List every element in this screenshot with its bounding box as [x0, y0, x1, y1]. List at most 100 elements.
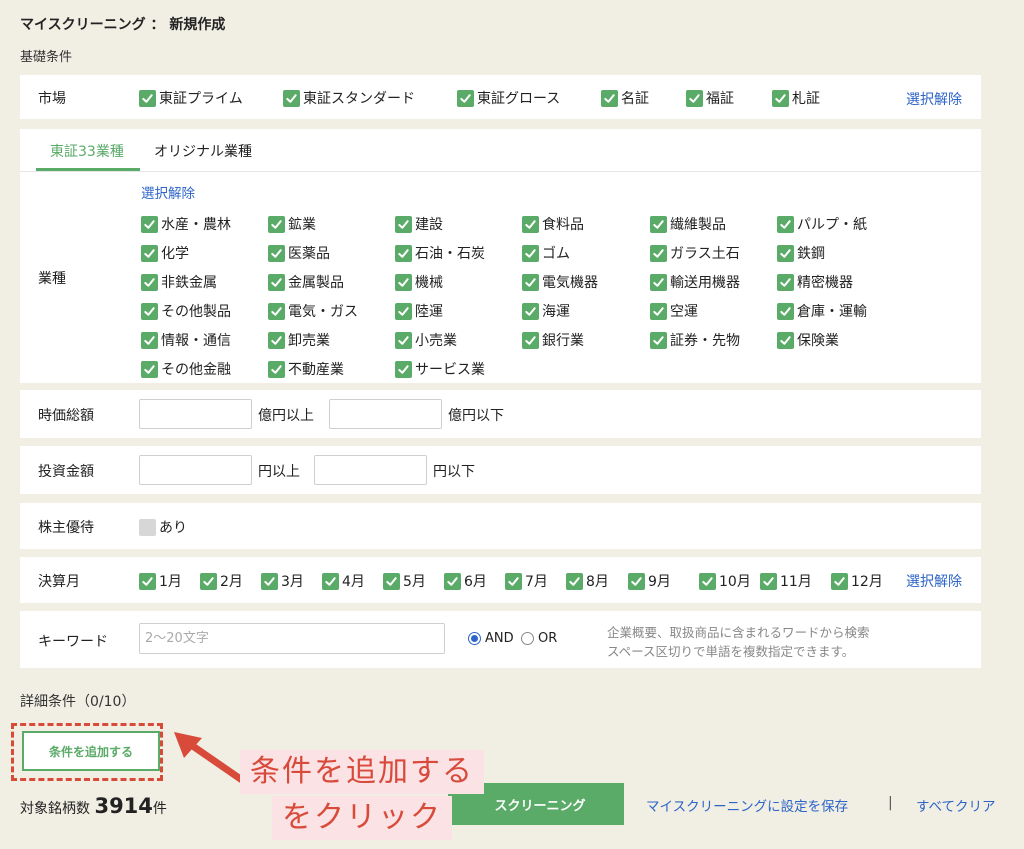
- month-checkbox-label: 3月: [281, 574, 304, 590]
- checkbox-checked-icon: [522, 215, 539, 233]
- industry-panel: 東証33業種 オリジナル業種 選択解除 業種 水産・農林 鉱業 建設 食料品 繊維製品 パ…: [20, 129, 981, 383]
- yutai-checkbox[interactable]: あり: [139, 517, 187, 537]
- industry-checkbox[interactable]: 卸売業: [268, 330, 330, 350]
- checkbox-checked-icon: [141, 331, 158, 349]
- market-checkbox[interactable]: 名証: [601, 88, 649, 108]
- industry-checkbox[interactable]: 輸送用機器: [650, 272, 740, 292]
- industry-checkbox[interactable]: 食料品: [522, 214, 584, 234]
- industry-checkbox[interactable]: 銀行業: [522, 330, 584, 350]
- market-clear-link[interactable]: 選択解除: [906, 89, 962, 109]
- month-checkbox[interactable]: 6月: [444, 571, 487, 591]
- investment-max-unit: 円以下: [433, 464, 475, 480]
- industry-checkbox[interactable]: 精密機器: [777, 272, 853, 292]
- industry-checkbox[interactable]: 医薬品: [268, 243, 330, 263]
- clear-all-link[interactable]: すべてクリア: [916, 795, 996, 815]
- market-checkbox[interactable]: 東証グロース: [457, 88, 560, 108]
- checkbox-checked-icon: [457, 89, 474, 107]
- industry-checkbox[interactable]: 海運: [522, 301, 570, 321]
- industry-checkbox[interactable]: 小売業: [395, 330, 457, 350]
- market-cap-max-input[interactable]: [329, 399, 442, 429]
- industry-checkbox[interactable]: 非鉄金属: [141, 272, 217, 292]
- month-checkbox[interactable]: 2月: [200, 571, 243, 591]
- keyword-or-radio[interactable]: OR: [521, 631, 557, 646]
- month-checkbox[interactable]: 3月: [261, 571, 304, 591]
- month-checkbox[interactable]: 8月: [566, 571, 609, 591]
- keyword-and-radio[interactable]: AND: [468, 631, 514, 646]
- industry-checkbox-label: 輸送用機器: [670, 275, 740, 291]
- industry-label: 業種: [38, 271, 66, 287]
- month-checkbox[interactable]: 10月: [699, 571, 751, 591]
- industry-clear-link[interactable]: 選択解除: [141, 182, 195, 202]
- add-condition-button[interactable]: 条件を追加する: [22, 731, 160, 771]
- market-checkbox[interactable]: 東証プライム: [139, 88, 243, 108]
- market-checkbox[interactable]: 札証: [772, 88, 820, 108]
- industry-checkbox[interactable]: サービス業: [395, 359, 485, 379]
- industry-checkbox-label: 精密機器: [797, 275, 853, 291]
- save-setting-link[interactable]: マイスクリーニングに設定を保存: [646, 795, 848, 815]
- tab-tse33[interactable]: 東証33業種: [50, 141, 124, 161]
- industry-checkbox[interactable]: 石油・石炭: [395, 243, 485, 263]
- checkbox-checked-icon: [772, 89, 789, 107]
- industry-checkbox[interactable]: 保険業: [777, 330, 839, 350]
- industry-checkbox[interactable]: 情報・通信: [141, 330, 231, 350]
- industry-checkbox[interactable]: 建設: [395, 214, 443, 234]
- month-checkbox[interactable]: 7月: [505, 571, 548, 591]
- market-checkbox[interactable]: 福証: [686, 88, 734, 108]
- industry-checkbox[interactable]: ガラス土石: [650, 243, 740, 263]
- month-checkbox[interactable]: 11月: [760, 571, 812, 591]
- investment-min-input[interactable]: [139, 455, 252, 485]
- market-row: 市場 東証プライム 東証スタンダード 東証グロース 名証 福証 札証 選択解除: [20, 75, 981, 119]
- market-checkbox-label: 東証グロース: [477, 91, 561, 107]
- industry-checkbox[interactable]: パルプ・紙: [777, 214, 867, 234]
- industry-checkbox[interactable]: 電気機器: [522, 272, 598, 292]
- industry-checkbox[interactable]: 空運: [650, 301, 698, 321]
- industry-checkbox-label: 空運: [670, 304, 698, 320]
- industry-checkbox[interactable]: 水産・農林: [141, 214, 231, 234]
- industry-checkbox[interactable]: その他製品: [141, 301, 231, 321]
- checkbox-checked-icon: [139, 89, 156, 107]
- tab-original[interactable]: オリジナル業種: [154, 141, 252, 161]
- industry-checkbox[interactable]: 鉱業: [268, 214, 316, 234]
- month-checkbox[interactable]: 4月: [322, 571, 365, 591]
- checkbox-checked-icon: [522, 302, 539, 320]
- checkbox-checked-icon: [777, 302, 794, 320]
- industry-checkbox[interactable]: ゴム: [522, 243, 570, 263]
- market-cap-row: 時価総額 億円以上 億円以下: [20, 390, 981, 438]
- month-checkbox-label: 4月: [342, 574, 365, 590]
- settlement-clear-link[interactable]: 選択解除: [906, 571, 962, 591]
- industry-checkbox[interactable]: 機械: [395, 272, 443, 292]
- month-checkbox[interactable]: 9月: [628, 571, 671, 591]
- month-checkbox[interactable]: 5月: [383, 571, 426, 591]
- industry-checkbox[interactable]: 電気・ガス: [268, 301, 358, 321]
- industry-checkbox-label: 石油・石炭: [415, 246, 485, 262]
- month-checkbox[interactable]: 12月: [831, 571, 883, 591]
- industry-checkbox-label: 小売業: [415, 333, 457, 349]
- market-checkbox[interactable]: 東証スタンダード: [283, 88, 415, 108]
- checkbox-checked-icon: [395, 360, 412, 378]
- industry-checkbox[interactable]: 鉄鋼: [777, 243, 825, 263]
- industry-checkbox[interactable]: 不動産業: [268, 359, 344, 379]
- industry-checkbox[interactable]: その他金融: [141, 359, 231, 379]
- radio-empty-icon: [521, 632, 534, 645]
- keyword-label: キーワード: [38, 634, 108, 650]
- checkbox-checked-icon: [395, 215, 412, 233]
- industry-checkbox[interactable]: 倉庫・運輸: [777, 301, 867, 321]
- keyword-input[interactable]: 2〜20文字: [139, 623, 445, 654]
- industry-checkbox-label: 機械: [415, 275, 443, 291]
- industry-checkbox[interactable]: 証券・先物: [650, 330, 740, 350]
- investment-min-unit: 円以上: [258, 464, 300, 480]
- market-cap-min-input[interactable]: [139, 399, 252, 429]
- checkbox-checked-icon: [522, 273, 539, 291]
- industry-checkbox-label: 医薬品: [288, 246, 330, 262]
- industry-tabbar: 東証33業種 オリジナル業種: [20, 129, 981, 172]
- industry-checkbox[interactable]: 金属製品: [268, 272, 344, 292]
- industry-checkbox-label: 電気・ガス: [288, 304, 358, 320]
- annotation-arrow-icon: [174, 732, 246, 784]
- industry-checkbox[interactable]: 繊維製品: [650, 214, 726, 234]
- detail-conditions-label: 詳細条件（0/10）: [20, 694, 136, 710]
- month-checkbox[interactable]: 1月: [139, 571, 182, 591]
- keyword-hint-line1: 企業概要、取扱商品に含まれるワードから検索: [607, 625, 870, 640]
- industry-checkbox[interactable]: 化学: [141, 243, 189, 263]
- investment-max-input[interactable]: [314, 455, 427, 485]
- industry-checkbox[interactable]: 陸運: [395, 301, 443, 321]
